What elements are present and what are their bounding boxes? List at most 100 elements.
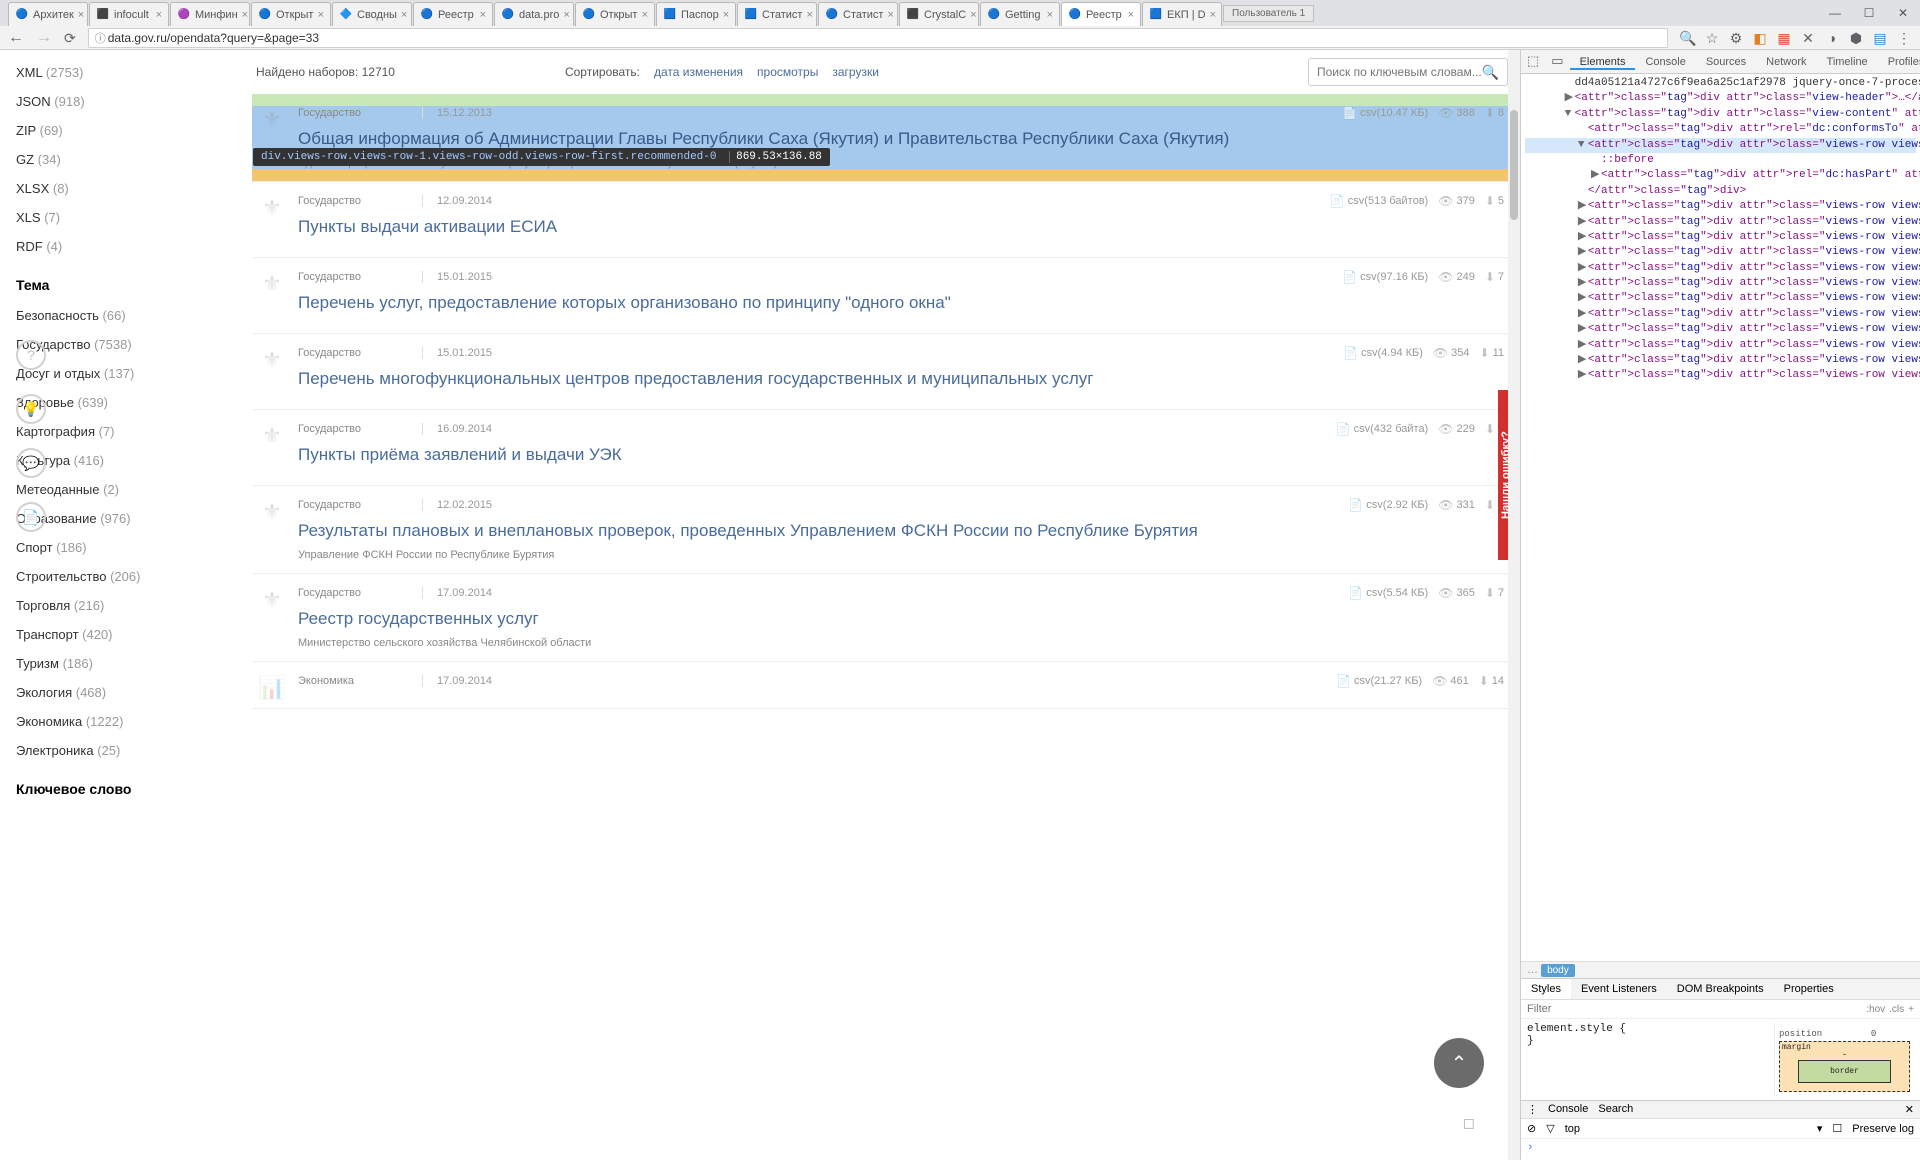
csv-stat[interactable]: 📄csv(513 байтов) — [1330, 194, 1428, 208]
topic-filter[interactable]: Образование (976) — [16, 504, 240, 533]
menu-icon[interactable]: ⋮ — [1896, 30, 1912, 46]
dataset-row[interactable]: ⚜Государство16.09.2014📄csv(432 байта)👁22… — [252, 410, 1512, 486]
dataset-row[interactable]: ⚜Государство12.02.2015📄csv(2.92 КБ)👁331⬇… — [252, 486, 1512, 574]
elements-line[interactable]: ▶<attr">class="tag">div attr">class="vie… — [1525, 353, 1916, 368]
row-title[interactable]: Перечень услуг, предоставление которых о… — [298, 292, 1504, 315]
styles-filter-input[interactable] — [1527, 1003, 1862, 1015]
dataset-row[interactable]: ⚜Государство15.12.2013📄csv(10.47 КБ)👁388… — [252, 94, 1512, 182]
format-filter[interactable]: XLSX (8) — [16, 174, 240, 203]
row-title[interactable]: Пункты приёма заявлений и выдачи УЭК — [298, 444, 1504, 467]
devtools-tab[interactable]: Network — [1756, 56, 1816, 68]
console-prompt[interactable]: › — [1521, 1139, 1920, 1157]
elements-line[interactable]: ▶<attr">class="tag">div attr">class="vie… — [1525, 291, 1916, 306]
ext5-icon[interactable]: ⬢ — [1848, 30, 1864, 46]
browser-tab[interactable]: ⬛CrystalC× — [899, 2, 979, 26]
search-tab[interactable]: Search — [1598, 1103, 1633, 1116]
breadcrumb[interactable]: … body — [1521, 961, 1920, 978]
filter-console-icon[interactable]: ▽ — [1546, 1122, 1554, 1135]
settings-icon[interactable]: ⚙ — [1728, 30, 1744, 46]
tab-close-icon[interactable]: × — [966, 9, 976, 21]
csv-stat[interactable]: 📄csv(21.27 КБ) — [1336, 674, 1422, 688]
topic-filter[interactable]: Туризм (186) — [16, 649, 240, 678]
minimize-button[interactable]: — — [1818, 0, 1852, 26]
csv-stat[interactable]: 📄csv(10.47 КБ) — [1342, 106, 1428, 120]
tab-close-icon[interactable]: × — [802, 9, 812, 21]
format-filter[interactable]: GZ (34) — [16, 145, 240, 174]
browser-tab[interactable]: 🔵Getting× — [980, 2, 1060, 26]
page-scrollbar[interactable] — [1508, 50, 1520, 1160]
format-filter[interactable]: JSON (918) — [16, 87, 240, 116]
search-input[interactable] — [1317, 65, 1482, 79]
elements-line[interactable]: ▼<attr">class="tag">div attr">class="vie… — [1525, 138, 1916, 153]
idea-icon[interactable]: 💡 — [16, 394, 46, 424]
browser-tab[interactable]: 🔷Сводны× — [332, 2, 412, 26]
topic-filter[interactable]: Картография (7) — [16, 417, 240, 446]
browser-tab[interactable]: 🔵Архитек× — [8, 2, 88, 26]
sort-downloads[interactable]: загрузки — [832, 65, 879, 79]
devtools-tab[interactable]: Timeline — [1817, 56, 1878, 68]
url-bar[interactable]: ⓘ data.gov.ru/opendata?query=&page=33 — [88, 28, 1668, 48]
tab-close-icon[interactable]: × — [238, 9, 248, 21]
browser-tab[interactable]: 🟦Статист× — [737, 2, 817, 26]
tab-close-icon[interactable]: × — [1124, 9, 1134, 21]
elements-line[interactable]: </attr">class="tag">div> — [1525, 184, 1916, 199]
maximize-button[interactable]: ☐ — [1852, 0, 1886, 26]
clear-console-icon[interactable]: ⊘ — [1527, 1122, 1536, 1135]
csv-stat[interactable]: 📄csv(432 байта) — [1336, 422, 1429, 436]
drawer-close-icon[interactable]: ✕ — [1905, 1103, 1914, 1116]
sort-views[interactable]: просмотры — [757, 65, 818, 79]
csv-stat[interactable]: 📄csv(2.92 КБ) — [1348, 498, 1428, 512]
tab-close-icon[interactable]: × — [476, 9, 486, 21]
styles-tab[interactable]: Properties — [1774, 979, 1844, 999]
dataset-row[interactable]: ⚜Государство17.09.2014📄csv(5.54 КБ)👁365⬇… — [252, 574, 1512, 662]
tab-close-icon[interactable]: × — [74, 9, 84, 21]
dataset-row[interactable]: ⚜Государство15.01.2015📄csv(4.94 КБ)👁354⬇… — [252, 334, 1512, 410]
browser-tab[interactable]: 🔵Открыт× — [575, 2, 655, 26]
topic-filter[interactable]: Здоровье (639) — [16, 388, 240, 417]
topic-filter[interactable]: Спорт (186) — [16, 533, 240, 562]
elements-line[interactable]: ▼<attr">class="tag">div attr">class="vie… — [1525, 107, 1916, 122]
ext3-icon[interactable]: ✕ — [1800, 30, 1816, 46]
preserve-log-label[interactable]: Preserve log — [1852, 1123, 1914, 1135]
ext6-icon[interactable]: ▤ — [1872, 30, 1888, 46]
csv-stat[interactable]: 📄csv(97.16 КБ) — [1342, 270, 1428, 284]
topic-filter[interactable]: Электроника (25) — [16, 736, 240, 765]
topic-filter[interactable]: Государство (7538) — [16, 330, 240, 359]
device-icon[interactable]: ▭ — [1545, 54, 1569, 69]
topic-filter[interactable]: Безопасность (66) — [16, 301, 240, 330]
topic-filter[interactable]: Досуг и отдых (137) — [16, 359, 240, 388]
sort-date[interactable]: дата изменения — [654, 65, 743, 79]
elements-line[interactable]: ▶<attr">class="tag">div attr">class="vie… — [1525, 276, 1916, 291]
topic-filter[interactable]: Экология (468) — [16, 678, 240, 707]
elements-line[interactable]: ▶<attr">class="tag">div attr">class="vie… — [1525, 261, 1916, 276]
topic-filter[interactable]: Транспорт (420) — [16, 620, 240, 649]
elements-line[interactable]: ▶<attr">class="tag">div attr">class="vie… — [1525, 215, 1916, 230]
devtools-tab[interactable]: Elements — [1570, 56, 1636, 70]
styles-tab[interactable]: Styles — [1521, 979, 1571, 999]
browser-tab[interactable]: 🟣Минфин× — [170, 2, 250, 26]
dataset-row[interactable]: ⚜Государство12.09.2014📄csv(513 байтов)👁3… — [252, 182, 1512, 258]
scope-selector[interactable]: top — [1565, 1123, 1580, 1135]
cls-toggle[interactable]: .cls — [1889, 1004, 1904, 1015]
chat-icon[interactable]: 💬 — [16, 448, 46, 478]
ext1-icon[interactable]: ◧ — [1752, 30, 1768, 46]
csv-stat[interactable]: 📄csv(4.94 КБ) — [1343, 346, 1423, 360]
row-title[interactable]: Перечень многофункциональных центров пре… — [298, 368, 1504, 391]
format-filter[interactable]: XLS (7) — [16, 203, 240, 232]
ext2-icon[interactable]: ▦ — [1776, 30, 1792, 46]
browser-tab[interactable]: 🔵Статист× — [818, 2, 898, 26]
doc-icon[interactable]: 📄 — [16, 502, 46, 532]
topic-filter[interactable]: Экономика (1222) — [16, 707, 240, 736]
back-button[interactable]: ← — [8, 29, 24, 47]
reload-button[interactable]: ⟳ — [64, 30, 76, 47]
tab-close-icon[interactable]: × — [152, 9, 162, 21]
user-badge[interactable]: Пользователь 1 — [1223, 5, 1314, 22]
hov-toggle[interactable]: :hov — [1866, 1004, 1885, 1015]
forward-button[interactable]: → — [36, 29, 52, 47]
format-filter[interactable]: XML (2753) — [16, 58, 240, 87]
topic-filter[interactable]: Культура (416) — [16, 446, 240, 475]
tab-close-icon[interactable]: × — [883, 9, 893, 21]
topic-filter[interactable]: Торговля (216) — [16, 591, 240, 620]
devtools-tab[interactable]: Console — [1635, 56, 1695, 68]
topic-filter[interactable]: Метеоданные (2) — [16, 475, 240, 504]
